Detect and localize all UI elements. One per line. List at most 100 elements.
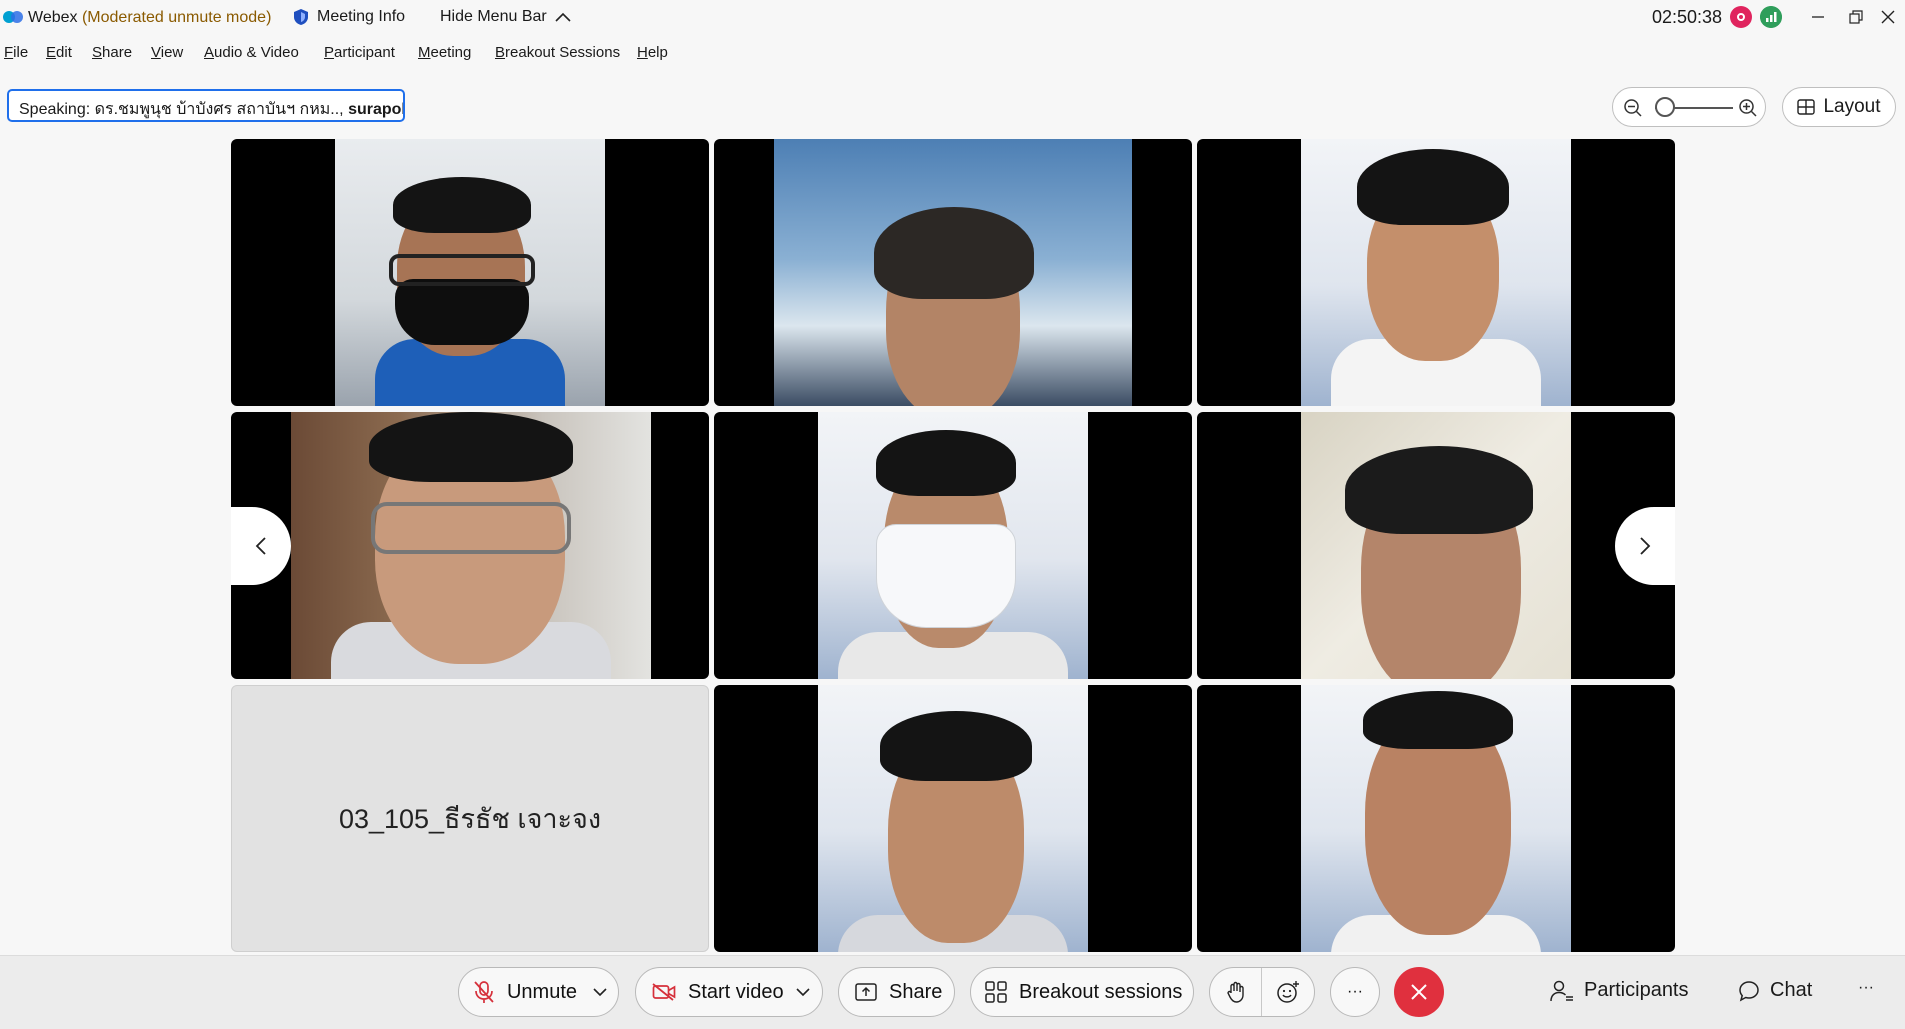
participant-video-tile[interactable]	[714, 139, 1192, 406]
participants-icon	[1550, 980, 1573, 1001]
close-icon	[1881, 10, 1895, 24]
menu-audio-video-label: udio & Video	[214, 44, 299, 61]
participant-video-tile[interactable]	[714, 412, 1192, 679]
face-mask	[395, 279, 529, 345]
layout-label: Layout	[1823, 96, 1881, 117]
hide-menu-bar-label: Hide Menu Bar	[440, 8, 547, 25]
menu-share-label: hare	[102, 44, 133, 61]
leave-meeting-button[interactable]	[1394, 967, 1444, 1017]
layout-grid-icon	[1797, 99, 1816, 115]
breakout-sessions-icon	[985, 981, 1007, 1003]
participant-name-tile[interactable]: 03_105_ธีรธัช เจาะจง	[231, 685, 709, 952]
menu-view[interactable]: View	[151, 44, 183, 61]
unmute-label: Unmute	[506, 980, 577, 1003]
video-off-icon	[652, 983, 676, 1001]
hide-menu-bar-button[interactable]: Hide Menu Bar	[440, 8, 571, 26]
video-feed	[1301, 139, 1571, 406]
participants-panel-button[interactable]: Participants	[1550, 979, 1689, 1002]
participant-hair	[393, 177, 531, 233]
video-feed	[818, 685, 1088, 952]
panel-overflow-button[interactable]: ···	[1858, 979, 1874, 997]
audio-options-chevron-down-icon[interactable]	[593, 987, 607, 997]
menu-edit-label: dit	[56, 44, 72, 61]
menu-share[interactable]: Share	[92, 44, 132, 61]
zoom-out-icon[interactable]	[1623, 98, 1643, 118]
share-button[interactable]: Share	[838, 967, 955, 1017]
participant-video-tile[interactable]	[1197, 412, 1675, 679]
menu-participant[interactable]: Participant	[324, 44, 395, 61]
video-feed	[818, 412, 1088, 679]
participant-name: 03_105_ธีรธัช เจาะจง	[338, 804, 602, 834]
minimize-icon	[1812, 16, 1824, 18]
start-video-control: Start video	[635, 967, 823, 1017]
more-options-button[interactable]: ···	[1330, 967, 1380, 1017]
overflow-icon: ···	[1858, 979, 1874, 996]
menu-edit[interactable]: Edit	[46, 44, 72, 61]
title-bar: Webex (Moderated unmute mode) Meeting In…	[0, 0, 1905, 36]
menu-breakout-accel: B	[495, 44, 506, 61]
participant-video-tile[interactable]	[1197, 139, 1675, 406]
muted-microphone-icon	[474, 981, 494, 1003]
more-options-icon: ···	[1347, 983, 1363, 1000]
menu-file-accel: F	[4, 44, 14, 61]
menu-breakout-sessions[interactable]: Breakout Sessions	[495, 44, 620, 61]
app-name: Webex	[28, 9, 78, 26]
meeting-info-label: Meeting Info	[317, 8, 406, 25]
participant-hair	[874, 207, 1034, 299]
menu-participant-label: articipant	[334, 44, 395, 61]
video-feed	[335, 139, 605, 406]
menu-edit-accel: E	[46, 44, 57, 61]
menu-participant-accel: P	[324, 44, 335, 61]
participant-video-tile[interactable]	[714, 685, 1192, 952]
menu-help[interactable]: Help	[637, 44, 668, 61]
participant-video-tile[interactable]	[231, 139, 709, 406]
chat-panel-button[interactable]: Chat	[1738, 979, 1812, 1002]
menu-view-label: iew	[160, 44, 184, 61]
breakout-sessions-button[interactable]: Breakout sessions	[970, 967, 1194, 1017]
share-label: Share	[889, 980, 943, 1003]
video-feed	[291, 412, 651, 679]
unmute-button[interactable]: Unmute	[459, 980, 577, 1004]
meeting-clock: 02:50:38	[1652, 7, 1723, 27]
active-speaker-indicator: Speaking: ดร.ชมพูนุช บ้าบังศร สถาบันฯ กห…	[7, 89, 405, 122]
menu-breakout-label: reakout Sessions	[505, 44, 621, 61]
video-feed	[1301, 685, 1571, 952]
meeting-info-button[interactable]: Meeting Info	[293, 8, 405, 26]
participant-video-tile[interactable]	[231, 412, 709, 679]
hand-reactions-group	[1209, 967, 1315, 1017]
restore-icon	[1849, 10, 1863, 24]
chevron-right-icon	[1640, 537, 1651, 555]
start-video-button[interactable]: Start video	[636, 981, 786, 1004]
reactions-button[interactable]	[1262, 968, 1314, 1016]
moderated-mode-label: (Moderated unmute mode)	[81, 9, 272, 26]
participant-hair	[369, 412, 573, 482]
participants-label: Participants	[1584, 979, 1689, 1001]
raise-hand-icon	[1226, 981, 1244, 1003]
minimize-button[interactable]	[1800, 2, 1836, 32]
zoom-slider-handle[interactable]	[1655, 97, 1675, 117]
glasses	[371, 502, 571, 554]
video-options-chevron-down-icon[interactable]	[796, 987, 810, 997]
menu-meeting-label: eeting	[430, 44, 472, 61]
menu-audio-video-accel: A	[204, 44, 215, 61]
raise-hand-button[interactable]	[1210, 968, 1262, 1016]
layout-button[interactable]: Layout	[1782, 87, 1896, 127]
participant-video-tile[interactable]	[1197, 685, 1675, 952]
menu-file[interactable]: File	[4, 44, 28, 61]
recording-icon[interactable]	[1730, 6, 1752, 28]
menu-help-accel: H	[637, 44, 648, 61]
participant-hair	[880, 711, 1032, 781]
network-health-icon[interactable]	[1760, 6, 1782, 28]
menu-audio-video[interactable]: Audio & Video	[204, 44, 299, 61]
zoom-in-icon[interactable]	[1738, 98, 1758, 118]
close-icon	[1411, 984, 1427, 1000]
chat-bubble-icon	[1739, 980, 1759, 1001]
menu-meeting[interactable]: Meeting	[418, 44, 471, 61]
video-feed	[774, 139, 1132, 406]
restore-button[interactable]	[1838, 2, 1874, 32]
app-title: Webex (Moderated unmute mode)	[28, 9, 271, 27]
glasses	[389, 254, 535, 286]
speaking-prefix: Speaking:	[19, 101, 95, 118]
chevron-up-icon	[555, 12, 571, 22]
close-window-button[interactable]	[1870, 2, 1905, 32]
